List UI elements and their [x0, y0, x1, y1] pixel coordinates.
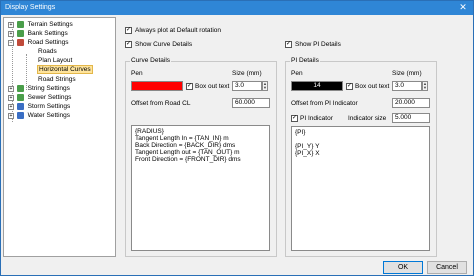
curve-details-template-textarea[interactable]: {RADIUS} Tangent Length In = {TAN_IN} m … — [131, 125, 270, 251]
expand-icon[interactable]: + — [8, 30, 14, 37]
pi-details-group: PI Details Pen 14 ✓ Box out text Size (m… — [285, 57, 437, 257]
curve-size-label: Size (mm) — [232, 70, 262, 77]
tree-item-road-strings[interactable]: Road Strings — [38, 75, 76, 84]
curve-size-spinner[interactable]: ▲ ▼ — [262, 81, 268, 91]
tree-item-terrain-settings[interactable]: + Terrain Settings — [8, 20, 73, 29]
indicator-size-label: Indicator size — [348, 115, 387, 122]
indicator-size-input[interactable]: 5.000 — [392, 113, 430, 123]
settings-folder-icon — [16, 112, 24, 119]
show-pi-details-checkbox[interactable]: ✓ — [285, 41, 292, 48]
tree-item-label: Sewer Settings — [27, 94, 72, 101]
tree-item-label: Road Strings — [38, 76, 76, 83]
curve-size-input[interactable]: 3.0 — [232, 81, 262, 91]
curve-offset-label: Offset from Road CL — [131, 100, 191, 107]
pi-size-label: Size (mm) — [392, 70, 422, 77]
pi-offset-label: Offset from PI Indicator — [291, 100, 358, 107]
pi-details-title: PI Details — [290, 57, 320, 64]
tree-item-label: Roads — [38, 48, 57, 55]
settings-tree[interactable]: + Terrain Settings + Bank Settings − Roa… — [3, 17, 116, 257]
pi-pen-label: Pen — [291, 70, 303, 77]
tree-item-label: Horizontal Curves — [37, 65, 93, 74]
pi-size-spinner[interactable]: ▲ ▼ — [422, 81, 428, 91]
tree-item-label: Water Settings — [27, 112, 71, 119]
curve-pen-label: Pen — [131, 70, 143, 77]
curve-offset-input[interactable]: 60.000 — [232, 98, 270, 108]
title-bar: Display Settings ✕ — [1, 1, 473, 15]
expand-icon[interactable]: + — [8, 103, 14, 110]
curve-box-out-text-label: Box out text — [195, 83, 230, 90]
tree-item-horizontal-curves[interactable]: Horizontal Curves — [37, 65, 93, 74]
curve-details-title: Curve Details — [130, 57, 172, 64]
expand-icon[interactable]: + — [8, 85, 14, 92]
settings-folder-icon — [16, 103, 24, 110]
settings-folder-icon — [16, 30, 24, 37]
curve-pen-color-swatch[interactable] — [131, 81, 183, 91]
pi-details-template-textarea[interactable]: {PI} {PI_Y} Y {PI_X} X — [291, 126, 430, 251]
expand-icon[interactable]: + — [8, 94, 14, 101]
ok-button[interactable]: OK — [383, 261, 423, 274]
tree-item-water-settings[interactable]: + Water Settings — [8, 111, 70, 120]
pi-size-input[interactable]: 3.0 — [392, 81, 422, 91]
close-icon[interactable]: ✕ — [456, 2, 470, 13]
cancel-button[interactable]: Cancel — [427, 261, 467, 274]
tree-item-bank-settings[interactable]: + Bank Settings — [8, 29, 68, 38]
pi-offset-input[interactable]: 20.000 — [392, 98, 430, 108]
tree-item-label: Plan Layout — [38, 57, 73, 64]
curve-box-out-text-checkbox[interactable]: ✓ — [186, 83, 193, 90]
pi-box-out-text-label: Box out text — [355, 83, 390, 90]
tree-item-road-settings[interactable]: − Road Settings — [8, 38, 68, 47]
show-curve-details-checkbox[interactable]: ✓ — [125, 41, 132, 48]
tree-item-string-settings[interactable]: + String Settings — [8, 84, 70, 93]
tree-item-storm-settings[interactable]: + Storm Settings — [8, 102, 70, 111]
settings-folder-icon — [16, 21, 24, 28]
tree-item-sewer-settings[interactable]: + Sewer Settings — [8, 93, 71, 102]
settings-folder-icon — [16, 94, 24, 101]
expand-icon[interactable]: + — [8, 112, 14, 119]
settings-folder-icon — [16, 85, 24, 92]
tree-item-label: Bank Settings — [27, 30, 68, 37]
tree-item-label: Road Settings — [27, 39, 69, 46]
tree-item-plan-layout[interactable]: Plan Layout — [38, 56, 72, 65]
show-curve-details-label: Show Curve Details — [135, 41, 193, 48]
road-settings-icon — [16, 39, 24, 46]
display-settings-window: Display Settings ✕ + Terrain Settings + … — [0, 0, 474, 276]
show-pi-details-label: Show PI Details — [295, 41, 341, 48]
always-plot-checkbox[interactable]: ✓ — [125, 27, 132, 34]
pi-box-out-text-checkbox[interactable]: ✓ — [346, 83, 353, 90]
always-plot-label: Always plot at Default rotation — [135, 27, 221, 34]
pi-indicator-label: PI Indicator — [300, 115, 333, 122]
expand-icon[interactable]: + — [8, 21, 14, 28]
collapse-icon[interactable]: − — [8, 39, 14, 46]
pi-pen-color-swatch[interactable]: 14 — [291, 81, 343, 91]
tree-item-roads[interactable]: Roads — [38, 47, 57, 56]
tree-item-label: Terrain Settings — [27, 21, 73, 28]
pi-indicator-checkbox[interactable]: ✓ — [291, 115, 298, 122]
tree-item-label: Storm Settings — [27, 103, 71, 110]
tree-item-label: String Settings — [27, 85, 70, 92]
window-title: Display Settings — [5, 4, 56, 11]
curve-details-group: Curve Details Pen ✓ Box out text Size (m… — [125, 57, 277, 257]
